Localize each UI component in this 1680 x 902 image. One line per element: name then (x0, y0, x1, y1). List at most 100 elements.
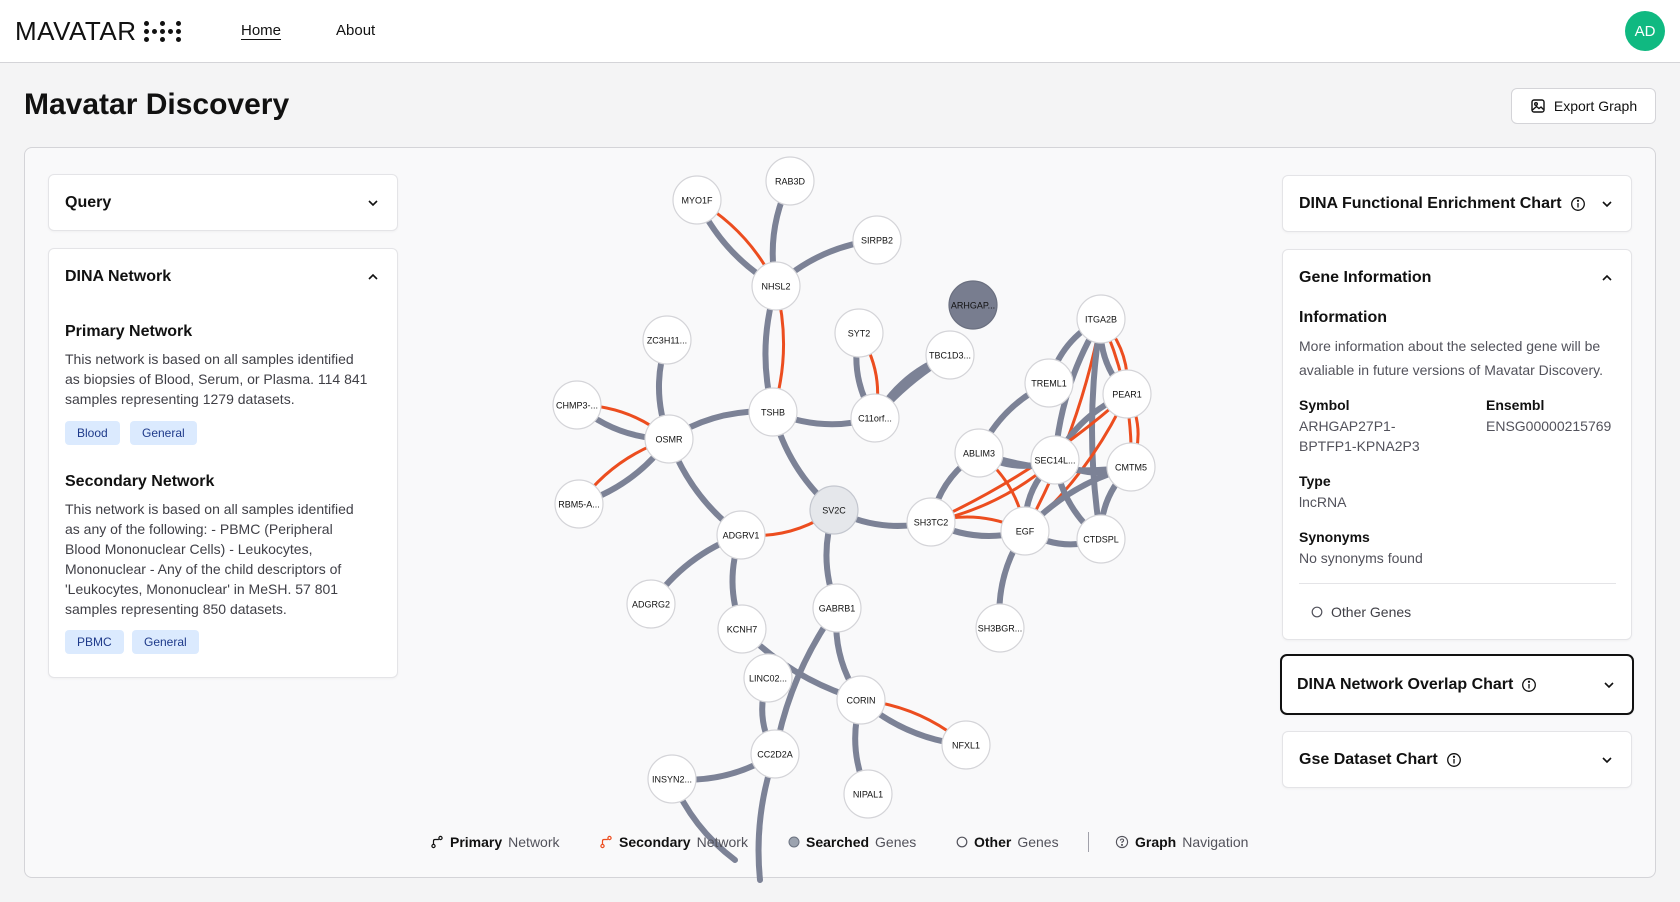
legend-secondary-network[interactable]: Secondary Network (599, 834, 748, 850)
secondary-network-description: This network is based on all samples ide… (65, 501, 354, 617)
gene-node-linc02[interactable]: LINC02... (743, 653, 793, 703)
gene-node-label: EGF (1016, 526, 1035, 536)
gene-node-rab3d[interactable]: RAB3D (765, 156, 815, 206)
chevron-down-icon[interactable] (1599, 752, 1615, 768)
gene-node-label: CC2D2A (757, 749, 793, 759)
legend-graph-navigation[interactable]: Graph Navigation (1115, 834, 1248, 850)
gene-node-gabrb1[interactable]: GABRB1 (812, 583, 862, 633)
gene-node-label: ADGRG2 (632, 599, 670, 609)
legend-other-genes[interactable]: Other Genes (956, 834, 1059, 850)
gene-node-arhgap[interactable]: ARHGAP... (948, 280, 998, 330)
info-icon[interactable] (1570, 196, 1586, 212)
dina-network-panel: DINA Network Primary Network This networ… (48, 248, 398, 678)
chevron-down-icon[interactable] (1599, 196, 1615, 212)
divider (1299, 583, 1616, 584)
empty-circle-icon (956, 836, 968, 848)
gene-node-label: ZC3H11... (647, 335, 687, 345)
gene-node-label: KCNH7 (727, 624, 758, 634)
gene-node-label: RBM5-A... (558, 499, 600, 509)
chevron-down-icon[interactable] (1601, 677, 1617, 693)
empty-circle-icon (1311, 606, 1323, 618)
secondary-network-title: Secondary Network (65, 473, 215, 490)
gene-node-label: SEC14L... (1034, 455, 1075, 465)
gene-node-nipal1[interactable]: NIPAL1 (843, 769, 893, 819)
gene-node-adgrg2[interactable]: ADGRG2 (626, 579, 676, 629)
chevron-down-icon[interactable] (365, 195, 381, 211)
info-icon[interactable] (1521, 677, 1537, 693)
gene-node-label: SIRPB2 (861, 235, 893, 245)
gene-node-rbm5[interactable]: RBM5-A... (554, 479, 604, 529)
gene-node-egf[interactable]: EGF (1000, 506, 1050, 556)
gene-node-myo1f[interactable]: MYO1F (672, 175, 722, 225)
gene-node-chmp3[interactable]: CHMP3-... (552, 380, 602, 430)
gene-node-label: TSHB (761, 407, 785, 417)
functional-enrichment-title: DINA Functional Enrichment Chart (1299, 195, 1562, 212)
gene-node-ctdspl[interactable]: CTDSPL (1076, 514, 1126, 564)
gse-dataset-panel[interactable]: Gse Dataset Chart (1282, 731, 1632, 788)
type-value: lncRNA (1299, 494, 1347, 510)
legend-primary-network[interactable]: Primary Network (430, 834, 560, 850)
gene-node-sv2c[interactable]: SV2C (809, 485, 859, 535)
gene-node-label: PEAR1 (1112, 389, 1142, 399)
gene-node-tbc1d3[interactable]: TBC1D3... (925, 330, 975, 380)
gene-node-c11orf[interactable]: C11orf... (850, 393, 900, 443)
functional-enrichment-panel[interactable]: DINA Functional Enrichment Chart (1282, 175, 1632, 232)
filled-circle-icon (788, 836, 800, 848)
gene-node-tshb[interactable]: TSHB (748, 387, 798, 437)
help-circle-icon (1115, 835, 1129, 849)
gene-node-label: TBC1D3... (929, 350, 971, 360)
gene-node-label: CHMP3-... (556, 400, 598, 410)
gene-node-nfxl1[interactable]: NFXL1 (941, 720, 991, 770)
gene-node-sec14l[interactable]: SEC14L... (1030, 435, 1080, 485)
dina-network-title: DINA Network (65, 268, 172, 285)
gene-node-sh3bgr[interactable]: SH3BGR... (975, 603, 1025, 653)
ensembl-label: Ensembl (1486, 397, 1545, 413)
gene-node-kcnh7[interactable]: KCNH7 (717, 604, 767, 654)
chevron-up-icon[interactable] (365, 269, 381, 285)
gene-node-label: NIPAL1 (853, 789, 883, 799)
gene-node-label: SH3TC2 (914, 517, 949, 527)
network-overlap-panel[interactable]: DINA Network Overlap Chart (1280, 654, 1634, 715)
gene-node-corin[interactable]: CORIN (836, 675, 886, 725)
gene-node-label: LINC02... (749, 673, 787, 683)
other-genes-toggle[interactable]: Other Genes (1311, 604, 1411, 620)
chevron-up-icon[interactable] (1599, 270, 1615, 286)
synonyms-value: No synonyms found (1299, 550, 1423, 566)
gene-node-syt2[interactable]: SYT2 (834, 308, 884, 358)
gene-node-itga2b[interactable]: ITGA2B (1076, 294, 1126, 344)
gene-node-treml1[interactable]: TREML1 (1024, 358, 1074, 408)
gene-node-cc2d2a[interactable]: CC2D2A (750, 729, 800, 779)
gene-node-insyn2[interactable]: INSYN2... (647, 754, 697, 804)
gene-node-nhsl2[interactable]: NHSL2 (751, 261, 801, 311)
gene-node-label: OSMR (656, 434, 684, 444)
legend-searched-genes[interactable]: Searched Genes (788, 834, 916, 850)
gene-node-label: SH3BGR... (978, 623, 1023, 633)
gene-node-ablim3[interactable]: ABLIM3 (954, 428, 1004, 478)
symbol-value: ARHGAP27P1- BPTFP1-KPNA2P3 (1299, 418, 1420, 454)
gene-node-label: SYT2 (848, 328, 871, 338)
gene-node-sirpb2[interactable]: SIRPB2 (852, 215, 902, 265)
gene-node-adgrv1[interactable]: ADGRV1 (716, 510, 766, 560)
gene-node-label: SV2C (822, 505, 846, 515)
gene-node-cmtm5[interactable]: CMTM5 (1106, 442, 1156, 492)
gene-node-label: C11orf... (858, 413, 892, 423)
gene-node-sh3tc2[interactable]: SH3TC2 (906, 497, 956, 547)
gene-node-osmr[interactable]: OSMR (644, 414, 694, 464)
tag-blood: Blood (65, 421, 120, 445)
query-panel[interactable]: Query (48, 174, 398, 231)
info-icon[interactable] (1446, 752, 1462, 768)
legend-divider (1088, 832, 1089, 852)
tag-general: General (132, 630, 199, 654)
gene-node-pear1[interactable]: PEAR1 (1102, 369, 1152, 419)
branch-icon (600, 835, 612, 849)
gene-node-label: ABLIM3 (963, 448, 995, 458)
ensembl-value: ENSG00000215769 (1486, 418, 1612, 434)
network-overlap-title: DINA Network Overlap Chart (1297, 675, 1514, 693)
gene-node-zc3h11[interactable]: ZC3H11... (642, 315, 692, 365)
symbol-label: Symbol (1299, 397, 1350, 413)
information-heading: Information (1299, 309, 1387, 326)
primary-network-description: This network is based on all samples ide… (65, 351, 368, 407)
gene-node-label: NFXL1 (952, 740, 980, 750)
gene-node-label: NHSL2 (761, 281, 790, 291)
gene-node-label: ITGA2B (1085, 314, 1117, 324)
